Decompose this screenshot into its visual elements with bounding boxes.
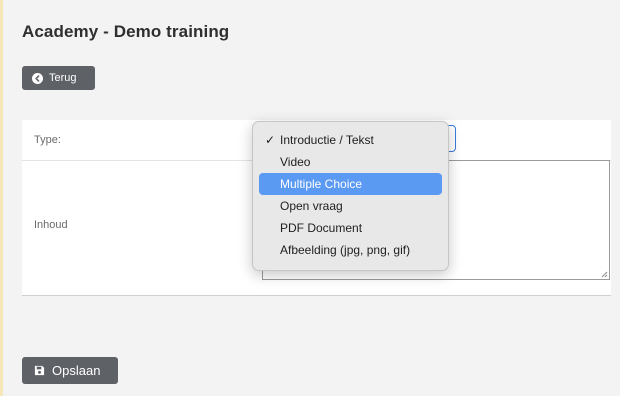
option-label: Open vraag xyxy=(280,199,343,213)
page-title: Academy - Demo training xyxy=(22,22,230,41)
floppy-disk-icon xyxy=(34,365,45,376)
save-button-label: Opslaan xyxy=(52,363,101,378)
checkmark-icon: ✓ xyxy=(265,133,276,147)
option-label: Introductie / Tekst xyxy=(280,133,374,147)
left-accent-bar xyxy=(0,0,3,396)
dropdown-option-pdf[interactable]: PDF Document xyxy=(259,217,442,239)
option-label: Video xyxy=(280,155,311,169)
type-label: Type: xyxy=(34,134,61,146)
option-label: Multiple Choice xyxy=(280,177,363,191)
dropdown-option-open-vraag[interactable]: Open vraag xyxy=(259,195,442,217)
dropdown-option-afbeelding[interactable]: Afbeelding (jpg, png, gif) xyxy=(259,239,442,261)
dropdown-option-introductie[interactable]: ✓ Introductie / Tekst xyxy=(259,129,442,151)
dropdown-option-video[interactable]: Video xyxy=(259,151,442,173)
save-button[interactable]: Opslaan xyxy=(22,357,118,384)
dropdown-option-multiple-choice[interactable]: Multiple Choice xyxy=(259,173,442,195)
type-dropdown-menu: ✓ Introductie / Tekst Video Multiple Cho… xyxy=(252,121,449,271)
back-button[interactable]: Terug xyxy=(22,66,95,90)
content-label: Inhoud xyxy=(34,219,68,231)
circle-arrow-left-icon xyxy=(32,72,43,84)
option-label: PDF Document xyxy=(280,221,363,235)
resize-handle-icon[interactable] xyxy=(600,270,608,278)
option-label: Afbeelding (jpg, png, gif) xyxy=(280,243,411,257)
back-button-label: Terug xyxy=(49,72,77,84)
